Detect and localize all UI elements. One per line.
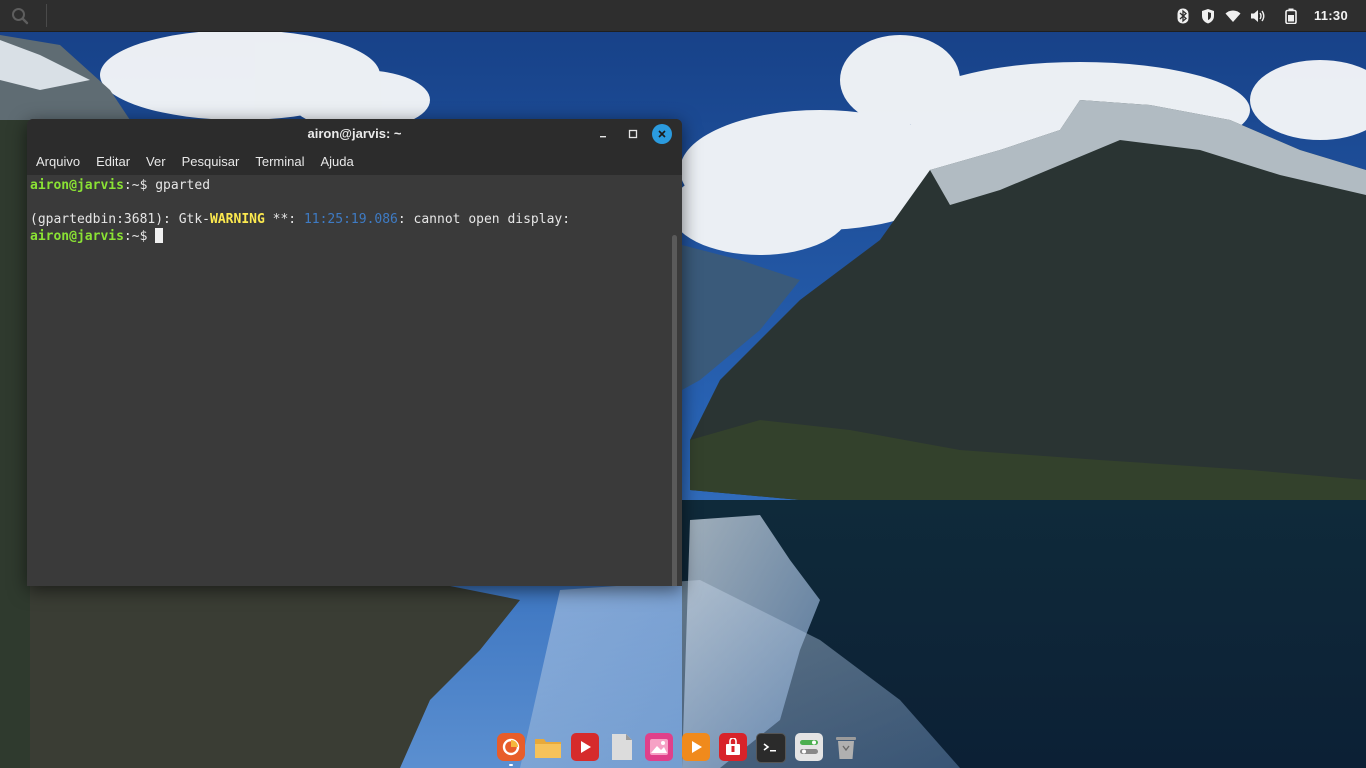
menu-arquivo[interactable]: Arquivo [30, 149, 86, 175]
search-icon [12, 7, 29, 24]
bluetooth-icon[interactable] [1175, 8, 1191, 24]
close-icon [658, 130, 666, 138]
timestamp-text: 11:25:19.086 [303, 212, 398, 227]
battery-icon[interactable] [1283, 8, 1299, 24]
terminal-output[interactable]: airon@jarvis:~$ gparted (gpartedbin:3681… [27, 175, 682, 586]
terminal-window: airon@jarvis: ~ Arquivo Editar Ver Pesqu… [27, 119, 682, 586]
output-text: (gpartedbin:3681): Gtk- [30, 212, 211, 227]
image-viewer-icon[interactable] [645, 733, 673, 761]
dock [497, 730, 860, 766]
prompt-path: :~$ [123, 178, 156, 193]
wifi-icon[interactable] [1225, 8, 1241, 24]
menu-terminal[interactable]: Terminal [249, 149, 310, 175]
menu-ver[interactable]: Ver [140, 149, 172, 175]
terminal-line: (gpartedbin:3681): Gtk-WARNING **: 11:25… [30, 212, 578, 227]
scrollbar[interactable] [672, 235, 677, 586]
panel-separator [46, 4, 47, 27]
top-panel: 11:30 [0, 0, 1366, 32]
command-text: gparted [155, 178, 211, 193]
minimize-icon [600, 136, 606, 138]
minimize-button[interactable] [593, 124, 613, 144]
prompt-user: airon@jarvis [30, 229, 124, 244]
output-text: : cannot open display: [397, 212, 578, 227]
prompt-path: :~$ [123, 229, 156, 244]
text-editor-icon[interactable] [608, 733, 636, 761]
text-cursor [155, 228, 164, 243]
search-button[interactable] [0, 0, 40, 31]
window-title: airon@jarvis: ~ [307, 126, 402, 141]
media-player-icon[interactable] [682, 733, 710, 761]
menu-ajuda[interactable]: Ajuda [315, 149, 360, 175]
output-text: **: [264, 212, 304, 227]
menu-pesquisar[interactable]: Pesquisar [176, 149, 246, 175]
close-button[interactable] [652, 124, 672, 144]
prompt-user: airon@jarvis [30, 178, 124, 193]
firefox-icon[interactable] [497, 733, 525, 766]
settings-icon[interactable] [795, 733, 823, 761]
terminal-text: airon@jarvis:~$ gparted (gpartedbin:3681… [30, 177, 578, 245]
terminal-line: airon@jarvis:~$ [30, 228, 164, 244]
menu-editar[interactable]: Editar [90, 149, 136, 175]
video-player-icon[interactable] [571, 733, 599, 761]
terminal-line: airon@jarvis:~$ gparted [30, 178, 210, 193]
maximize-icon [628, 129, 638, 139]
trash-icon[interactable] [832, 733, 860, 761]
menu-bar: Arquivo Editar Ver Pesquisar Terminal Aj… [27, 149, 682, 175]
volume-icon[interactable] [1250, 8, 1266, 24]
system-tray: 11:30 [1175, 0, 1366, 31]
files-icon[interactable] [534, 733, 562, 761]
shield-icon[interactable] [1200, 8, 1216, 24]
window-titlebar[interactable]: airon@jarvis: ~ [27, 119, 682, 149]
running-indicator [509, 764, 513, 766]
software-center-icon[interactable] [719, 733, 747, 761]
terminal-icon[interactable] [756, 733, 786, 763]
warning-label: WARNING [210, 212, 265, 227]
maximize-button[interactable] [623, 124, 643, 144]
clock[interactable]: 11:30 [1314, 8, 1348, 23]
